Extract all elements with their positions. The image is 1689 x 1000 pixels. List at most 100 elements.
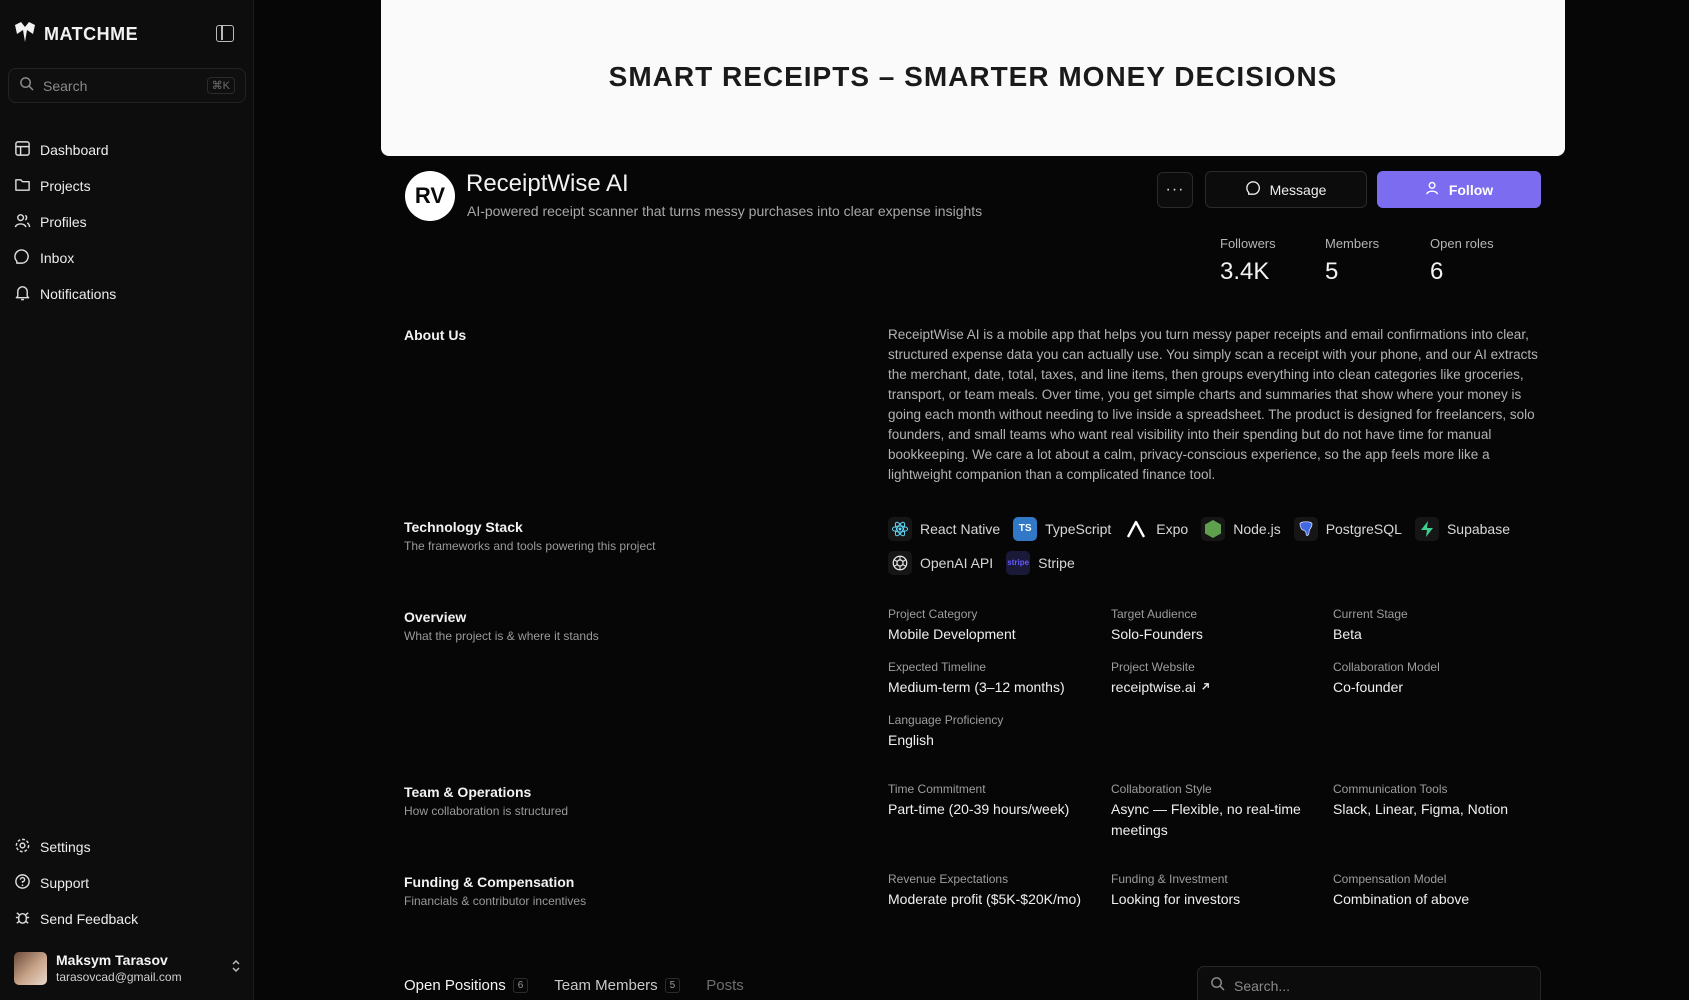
- nav-item-inbox[interactable]: Inbox: [14, 240, 116, 276]
- tech-name: Expo: [1156, 520, 1189, 537]
- field-target-audience: Target Audience Solo-Founders: [1111, 607, 1326, 645]
- field-collaboration-style: Collaboration Style Async — Flexible, no…: [1111, 782, 1326, 841]
- field-label: Revenue Expectations: [888, 872, 1009, 886]
- field-value: Co-founder: [1333, 679, 1404, 695]
- nav-label: Notifications: [40, 286, 117, 302]
- stat-label: Members: [1325, 236, 1380, 251]
- avatar: [14, 951, 47, 985]
- tab-team-members[interactable]: Team Members 5: [554, 977, 681, 994]
- tab-label: Team Members: [554, 977, 658, 994]
- project-logo-text: RV: [414, 183, 446, 208]
- field-label: Collaboration Style: [1111, 782, 1212, 796]
- field-expected-timeline: Expected Timeline Medium-term (3–12 mont…: [888, 660, 1103, 698]
- tech-name: TypeScript: [1045, 520, 1112, 537]
- react-icon: [888, 516, 912, 541]
- project-name: ReceiptWise AI: [466, 170, 629, 197]
- tech-chip: TS TypeScript: [1013, 516, 1111, 541]
- field-compensation-model: Compensation Model Combination of above: [1333, 872, 1548, 910]
- nav-item-projects[interactable]: Projects: [14, 168, 116, 204]
- nav-item-support[interactable]: Support: [14, 865, 138, 901]
- chevron-up-down-icon[interactable]: [230, 958, 242, 979]
- message-label: Message: [1269, 181, 1327, 198]
- stat-open-roles: Open roles 6: [1430, 236, 1535, 286]
- tech-name: OpenAI API: [920, 554, 994, 571]
- nodejs-icon: [1201, 516, 1226, 541]
- gear-icon: [14, 837, 31, 857]
- field-value: Medium-term (3–12 months): [888, 679, 1065, 695]
- tab-posts[interactable]: Posts: [706, 977, 744, 994]
- stat-label: Followers: [1220, 236, 1276, 251]
- search-placeholder: Search...: [1234, 978, 1291, 994]
- tech-name: React Native: [920, 520, 1001, 537]
- funding-subtitle: Financials & contributor incentives: [404, 894, 587, 908]
- positions-search-input[interactable]: Search...: [1197, 966, 1541, 1000]
- about-text: ReceiptWise AI is a mobile app that help…: [888, 327, 1538, 482]
- nav-label: Projects: [40, 178, 91, 194]
- stat-value: 3.4K: [1220, 258, 1270, 285]
- tech-chip: OpenAI API: [888, 550, 993, 575]
- project-tabs: Open Positions 6 Team Members 5 Posts: [404, 977, 744, 994]
- sidebar: MATCHME Search ⌘K Dashboard Projects Pro…: [0, 0, 254, 1000]
- user-info: Maksym Tarasov tarasovcad@gmail.com: [56, 952, 221, 984]
- bell-icon: [14, 284, 31, 304]
- nav-item-notifications[interactable]: Notifications: [14, 276, 116, 312]
- tab-count: 6: [512, 978, 529, 993]
- nav-label: Support: [40, 875, 90, 891]
- banner-title: SMART RECEIPTS – SMARTER MONEY DECISIONS: [608, 61, 1338, 92]
- field-label: Compensation Model: [1333, 872, 1447, 886]
- field-label: Project Website: [1111, 660, 1195, 674]
- nav-item-dashboard[interactable]: Dashboard: [14, 132, 116, 168]
- brand-name: MATCHME: [44, 24, 139, 44]
- tech-stack-title: Technology Stack: [404, 519, 523, 535]
- field-value: Combination of above: [1333, 891, 1470, 907]
- website-url: receiptwise.ai: [1111, 679, 1196, 695]
- external-link-icon: [1200, 679, 1211, 695]
- matchme-logo-icon: [13, 21, 37, 48]
- search-shortcut: ⌘K: [206, 77, 235, 94]
- field-label: Time Commitment: [888, 782, 986, 796]
- postgresql-icon: [1293, 516, 1318, 541]
- tech-chip: Supabase: [1414, 516, 1510, 541]
- project-banner: SMART RECEIPTS – SMARTER MONEY DECISIONS: [381, 0, 1565, 156]
- brand[interactable]: MATCHME: [13, 21, 138, 48]
- nav-item-settings[interactable]: Settings: [14, 829, 138, 865]
- field-value: Solo-Founders: [1111, 626, 1203, 642]
- funding-title: Funding & Compensation: [404, 874, 575, 890]
- search-placeholder: Search: [43, 77, 88, 94]
- field-revenue-expectations: Revenue Expectations Moderate profit ($5…: [888, 872, 1103, 910]
- tech-chip: PostgreSQL: [1293, 516, 1402, 541]
- field-label: Funding & Investment: [1111, 872, 1228, 886]
- tab-label: Open Positions: [404, 977, 506, 994]
- message-icon: [1245, 180, 1262, 199]
- field-label: Target Audience: [1111, 607, 1198, 621]
- field-value: Mobile Development: [888, 626, 1016, 642]
- more-horizontal-icon: ···: [1165, 181, 1185, 198]
- tech-name: Stripe: [1038, 554, 1075, 571]
- stat-value: 6: [1430, 258, 1444, 285]
- nav-label: Send Feedback: [40, 911, 139, 927]
- tech-chip: Node.js: [1201, 516, 1281, 541]
- tab-count: 5: [664, 978, 681, 993]
- more-options-button[interactable]: ···: [1157, 172, 1193, 208]
- message-button[interactable]: Message: [1205, 171, 1367, 208]
- field-time-commitment: Time Commitment Part-time (20-39 hours/w…: [888, 782, 1103, 820]
- nav-item-profiles[interactable]: Profiles: [14, 204, 116, 240]
- nav-label: Profiles: [40, 214, 87, 230]
- sidebar-collapse-icon[interactable]: [216, 25, 234, 42]
- project-website-link[interactable]: receiptwise.ai: [1111, 677, 1326, 698]
- field-collaboration-model: Collaboration Model Co-founder: [1333, 660, 1548, 698]
- user-menu[interactable]: Maksym Tarasov tarasovcad@gmail.com: [14, 950, 242, 986]
- field-label: Expected Timeline: [888, 660, 987, 674]
- field-project-category: Project Category Mobile Development: [888, 607, 1103, 645]
- nav-label: Dashboard: [40, 142, 109, 158]
- nav-item-send-feedback[interactable]: Send Feedback: [14, 901, 138, 937]
- tech-chip: Expo: [1124, 516, 1188, 541]
- sidebar-search-input[interactable]: Search ⌘K: [8, 68, 246, 103]
- search-icon: [1210, 976, 1225, 996]
- follow-button[interactable]: Follow: [1377, 171, 1541, 208]
- stat-members: Members 5: [1325, 236, 1430, 286]
- app-root: MATCHME Search ⌘K Dashboard Projects Pro…: [0, 0, 1689, 1000]
- tab-open-positions[interactable]: Open Positions 6: [404, 977, 529, 994]
- stat-followers: Followers 3.4K: [1220, 236, 1325, 286]
- tab-label: Posts: [706, 977, 744, 994]
